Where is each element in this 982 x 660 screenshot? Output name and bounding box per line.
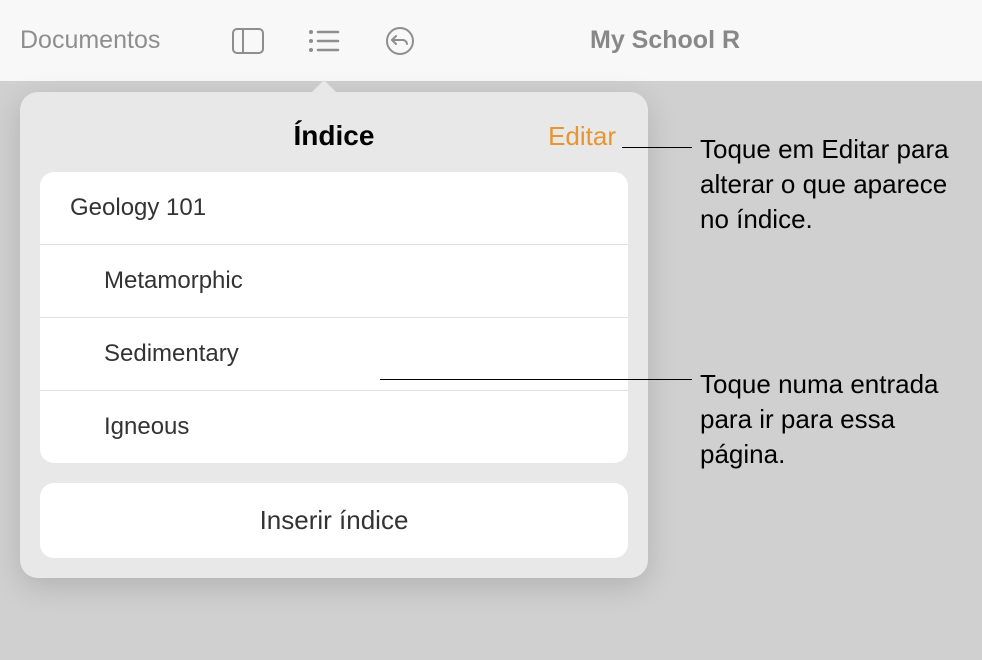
toolbar-icons bbox=[230, 23, 418, 59]
undo-icon[interactable] bbox=[382, 23, 418, 59]
sidebar-toggle-icon[interactable] bbox=[230, 23, 266, 59]
toc-entry[interactable]: Sedimentary bbox=[40, 318, 628, 391]
callout-edit: Toque em Editar para alterar o que apare… bbox=[700, 132, 970, 237]
callout-line bbox=[380, 379, 692, 380]
popover-header: Índice Editar bbox=[40, 112, 628, 152]
callout-line bbox=[622, 147, 692, 148]
documents-button[interactable]: Documentos bbox=[20, 26, 160, 55]
popover-title: Índice bbox=[294, 120, 375, 152]
list-icon[interactable] bbox=[306, 23, 342, 59]
content-area: Índice Editar Geology 101 Metamorphic Se… bbox=[0, 82, 982, 660]
toc-list: Geology 101 Metamorphic Sedimentary Igne… bbox=[40, 172, 628, 463]
toc-entry[interactable]: Igneous bbox=[40, 391, 628, 463]
edit-button[interactable]: Editar bbox=[548, 121, 616, 152]
toolbar-left: Documentos bbox=[20, 23, 418, 59]
toolbar: Documentos bbox=[0, 0, 982, 82]
callout-entry: Toque numa entrada para ir para essa pág… bbox=[700, 367, 970, 472]
toc-entry[interactable]: Geology 101 bbox=[40, 172, 628, 245]
document-title: My School R bbox=[590, 26, 740, 55]
insert-toc-button[interactable]: Inserir índice bbox=[40, 483, 628, 558]
toc-popover: Índice Editar Geology 101 Metamorphic Se… bbox=[20, 92, 648, 578]
toc-entry[interactable]: Metamorphic bbox=[40, 245, 628, 318]
